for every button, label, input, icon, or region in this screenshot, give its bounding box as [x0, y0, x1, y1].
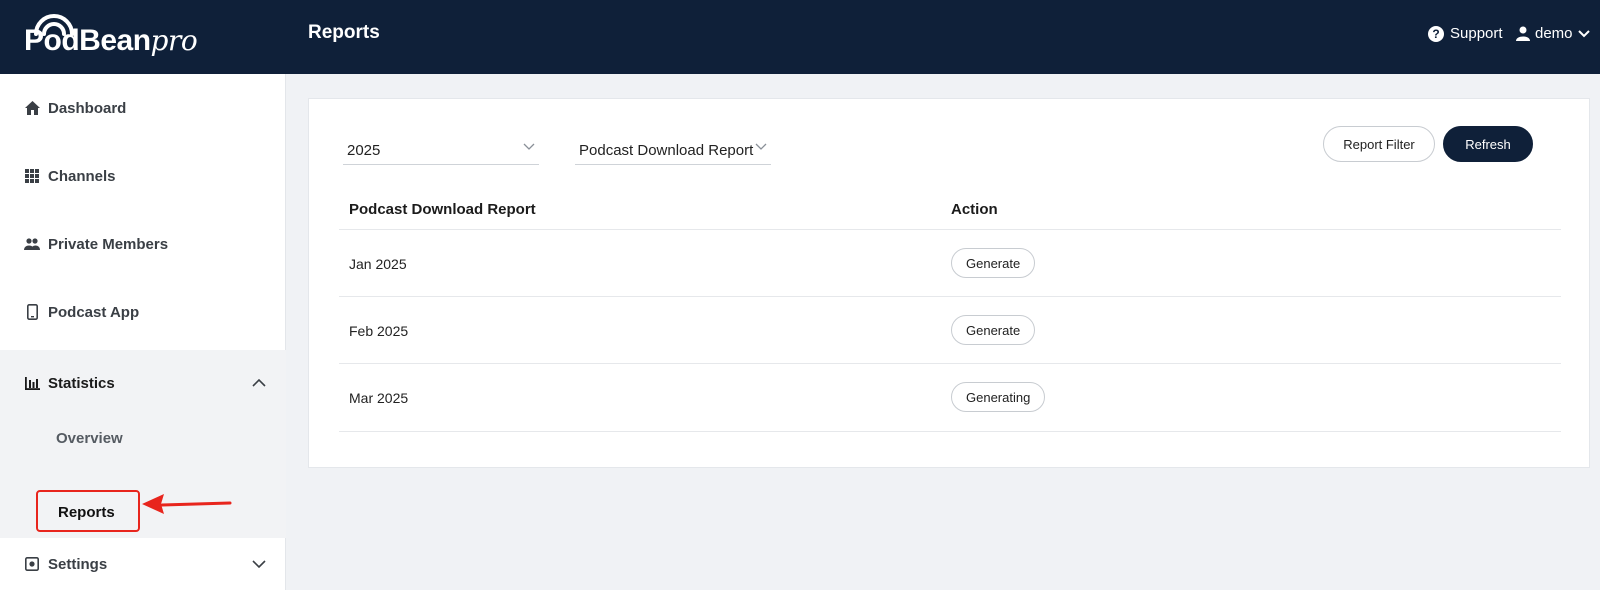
chevron-down-icon — [755, 143, 767, 150]
bar-chart-icon — [24, 375, 40, 391]
phone-icon — [24, 304, 40, 320]
sidebar-item-label: Settings — [48, 555, 108, 573]
generating-button[interactable]: Generating — [951, 382, 1046, 412]
chevron-down-icon — [523, 143, 535, 150]
year-select[interactable]: 2025 — [343, 137, 539, 165]
members-icon — [24, 236, 40, 252]
sidebar-item-label: Channels — [48, 167, 116, 185]
report-month: Feb 2025 — [349, 323, 409, 339]
table-row: Jan 2025 Generate — [339, 229, 1561, 297]
sidebar-subitem-overview[interactable]: Overview — [56, 430, 123, 447]
sidebar-item-podcast-app[interactable]: Podcast App — [0, 278, 286, 346]
report-filter-button[interactable]: Report Filter — [1323, 126, 1435, 162]
chevron-down-icon — [1577, 29, 1590, 37]
sidebar-item-statistics[interactable]: Statistics — [0, 350, 286, 416]
sidebar-subitem-label: Reports — [58, 504, 115, 521]
report-month: Jan 2025 — [349, 256, 407, 272]
top-navigation-bar: PodBeanpro Reports ? Support demo — [0, 0, 1600, 74]
user-menu[interactable]: demo — [1516, 25, 1590, 42]
sidebar-item-label: Dashboard — [48, 99, 127, 117]
help-circle-icon: ? — [1428, 25, 1444, 42]
chevron-up-icon — [252, 379, 266, 387]
reports-panel: 2025 Podcast Download Report Report Filt… — [308, 98, 1590, 468]
sidebar-item-dashboard[interactable]: Dashboard — [0, 74, 286, 142]
sidebar: Dashboard Channels Private Members Podca… — [0, 74, 286, 590]
support-label: Support — [1450, 25, 1503, 42]
sidebar-item-label: Private Members — [48, 235, 169, 253]
podbean-logo[interactable]: PodBeanpro — [24, 10, 204, 62]
column-header-action: Action — [951, 201, 998, 218]
generate-button[interactable]: Generate — [951, 248, 1036, 278]
report-type-select-value: Podcast Download Report — [579, 142, 754, 159]
settings-icon — [24, 556, 40, 572]
sidebar-item-channels[interactable]: Channels — [0, 142, 286, 210]
year-select-value: 2025 — [347, 142, 381, 159]
support-link[interactable]: ? Support — [1428, 25, 1503, 42]
user-icon — [1516, 26, 1530, 41]
sidebar-item-settings[interactable]: Settings — [0, 538, 286, 590]
sidebar-item-label: Statistics — [48, 374, 115, 392]
sidebar-item-label: Podcast App — [48, 303, 140, 321]
refresh-button[interactable]: Refresh — [1443, 126, 1533, 162]
red-arrow-annotation — [142, 494, 232, 514]
user-label: demo — [1535, 25, 1573, 42]
report-type-select[interactable]: Podcast Download Report — [575, 137, 771, 165]
grid-icon — [24, 168, 40, 184]
table-row: Feb 2025 Generate — [339, 296, 1561, 364]
chevron-down-icon — [252, 560, 266, 568]
page-title: Reports — [308, 22, 380, 43]
logo-wordmark: PodBeanpro — [24, 24, 198, 57]
home-icon — [24, 100, 40, 116]
generate-button[interactable]: Generate — [951, 315, 1036, 345]
report-month: Mar 2025 — [349, 390, 409, 406]
table-bottom-divider — [339, 431, 1561, 432]
sidebar-subitem-reports[interactable]: Reports — [36, 490, 140, 532]
table-row: Mar 2025 Generating — [339, 363, 1561, 431]
column-header-report: Podcast Download Report — [349, 201, 536, 218]
sidebar-item-private-members[interactable]: Private Members — [0, 210, 286, 278]
